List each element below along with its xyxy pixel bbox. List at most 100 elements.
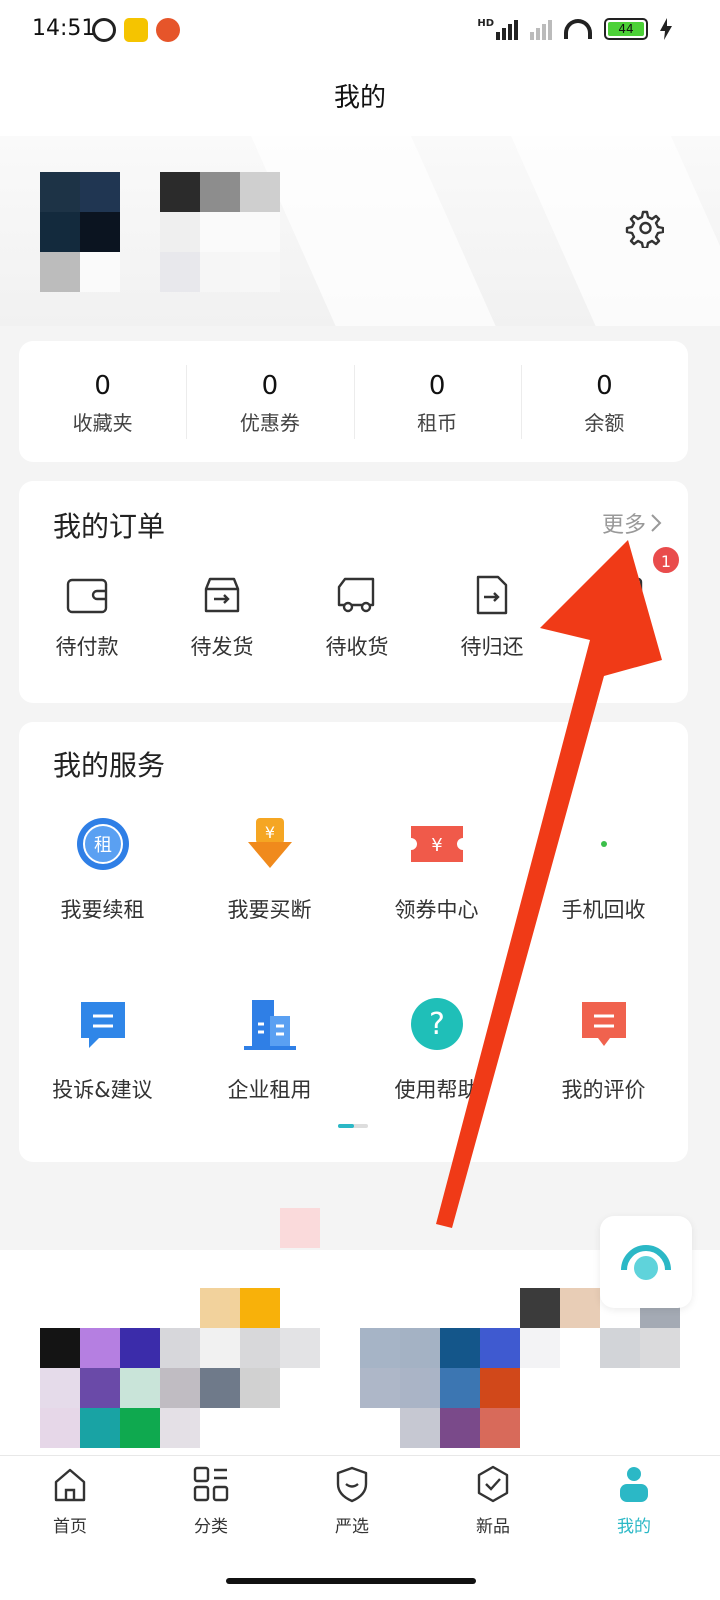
order-label: 待发货 — [190, 635, 254, 659]
status-bar: 14:51 HD 44 — [0, 0, 720, 64]
svg-text:?: ? — [429, 1007, 445, 1042]
signal-2-icon — [530, 18, 552, 40]
order-label: 待付款 — [55, 635, 119, 659]
stat-value: 0 — [596, 371, 613, 401]
service-label: 手机回收 — [561, 898, 646, 922]
category-icon — [193, 1466, 229, 1502]
order-label: 待归还 — [460, 635, 524, 659]
help-icon: ? — [410, 998, 463, 1050]
stats-card: 0 收藏夹 0 优惠券 0 租币 0 余额 — [19, 341, 688, 462]
stat-rent-coins[interactable]: 0 租币 — [353, 341, 521, 462]
order-label: 待收货 — [325, 635, 389, 659]
feedback-icon — [80, 1002, 125, 1048]
avatar[interactable] — [40, 172, 120, 292]
stat-favorites[interactable]: 0 收藏夹 — [19, 341, 186, 462]
stat-value: 0 — [428, 371, 446, 401]
battery-level: 44 — [608, 22, 644, 36]
order-pending-payment[interactable]: 待付款 — [27, 573, 147, 661]
service-feedback[interactable]: 投诉&建议 — [19, 994, 186, 1104]
phone-recycle-icon — [600, 841, 607, 847]
order-label: 评价 — [606, 635, 648, 659]
background-decoration — [246, 136, 514, 326]
status-system-icons: HD 44 — [477, 18, 672, 40]
status-notification-icons — [92, 18, 180, 42]
new-product-icon — [477, 1465, 509, 1503]
svg-text:¥: ¥ — [431, 835, 442, 856]
service-help[interactable]: ? 使用帮助 — [353, 994, 520, 1104]
service-label: 我要买断 — [227, 898, 312, 922]
app-notification-icon — [156, 18, 180, 42]
orders-more-link[interactable]: 更多 — [602, 507, 662, 539]
service-label: 我要续租 — [60, 898, 145, 922]
shield-icon — [336, 1466, 368, 1503]
return-document-icon — [476, 575, 508, 615]
stat-label: 余额 — [584, 411, 625, 435]
promo-block — [280, 1208, 320, 1248]
svg-text:租: 租 — [94, 835, 112, 856]
tab-new[interactable]: 新品 — [423, 1464, 563, 1537]
tab-label: 新品 — [476, 1517, 510, 1537]
stat-value: 0 — [261, 371, 279, 401]
home-icon — [54, 1468, 86, 1502]
headset-icon — [621, 1245, 671, 1280]
tab-selected[interactable]: 严选 — [282, 1464, 422, 1537]
renew-icon: 租 — [76, 818, 129, 870]
page-indicator — [338, 1124, 368, 1128]
service-coupon-center[interactable]: ¥ 领券中心 — [353, 814, 520, 924]
customer-service-button[interactable] — [600, 1216, 692, 1308]
settings-gear-icon[interactable] — [624, 208, 664, 248]
buyout-icon: ¥ — [247, 818, 292, 868]
chevron-right-icon — [651, 514, 662, 532]
svg-text:¥: ¥ — [264, 823, 274, 842]
service-phone-recycle[interactable]: 手机回收 — [520, 814, 687, 924]
alarm-icon — [92, 18, 116, 42]
order-pending-return[interactable]: 待归还 — [432, 573, 552, 661]
charging-icon — [660, 18, 672, 40]
status-time: 14:51 — [32, 16, 96, 41]
services-title: 我的服务 — [53, 749, 166, 782]
enterprise-icon — [243, 1000, 296, 1050]
profile-section — [0, 136, 720, 326]
service-renew[interactable]: 租 我要续租 — [19, 814, 186, 924]
review-icon — [611, 577, 643, 613]
profile-icon — [620, 1467, 648, 1502]
tab-category[interactable]: 分类 — [141, 1464, 281, 1537]
username[interactable] — [160, 172, 280, 292]
tab-label: 严选 — [335, 1517, 369, 1537]
orders-title: 我的订单 — [53, 510, 166, 543]
app-notification-icon — [124, 18, 148, 42]
service-buyout[interactable]: ¥ 我要买断 — [186, 814, 353, 924]
truck-icon — [337, 577, 375, 613]
service-enterprise[interactable]: 企业租用 — [186, 994, 353, 1104]
stat-label: 租币 — [417, 411, 458, 435]
stat-label: 优惠券 — [239, 411, 300, 435]
stat-balance[interactable]: 0 余额 — [520, 341, 688, 462]
my-review-icon — [581, 1002, 626, 1046]
stat-coupons[interactable]: 0 优惠券 — [186, 341, 353, 462]
battery-icon: 44 — [604, 18, 648, 40]
wifi-icon — [564, 19, 592, 39]
wallet-icon — [66, 578, 108, 614]
order-pending-shipment[interactable]: 待发货 — [162, 573, 282, 661]
more-label: 更多 — [601, 513, 646, 538]
box-shipment-icon — [204, 577, 240, 613]
service-label: 使用帮助 — [394, 1078, 479, 1102]
tab-label: 分类 — [194, 1517, 228, 1537]
tab-home[interactable]: 首页 — [0, 1464, 140, 1537]
service-label: 投诉&建议 — [52, 1078, 153, 1102]
orders-card: 我的订单 更多 待付款 待发货 待收货 待归还 1 评价 — [19, 481, 688, 703]
tab-profile[interactable]: 我的 — [564, 1464, 704, 1537]
order-pending-receipt[interactable]: 待收货 — [297, 573, 417, 661]
stat-value: 0 — [94, 371, 111, 401]
notification-badge: 1 — [651, 545, 681, 575]
service-label: 我的评价 — [561, 1078, 646, 1102]
service-my-review[interactable]: 我的评价 — [520, 994, 687, 1104]
tab-label: 首页 — [53, 1517, 87, 1537]
background-decoration — [506, 136, 720, 326]
order-pending-review[interactable]: 1 评价 — [567, 545, 687, 661]
home-indicator — [226, 1578, 476, 1584]
service-label: 企业租用 — [227, 1078, 312, 1102]
tab-label: 我的 — [617, 1517, 651, 1537]
page-header: 我的 — [0, 64, 720, 136]
coupon-center-icon: ¥ — [410, 826, 463, 862]
